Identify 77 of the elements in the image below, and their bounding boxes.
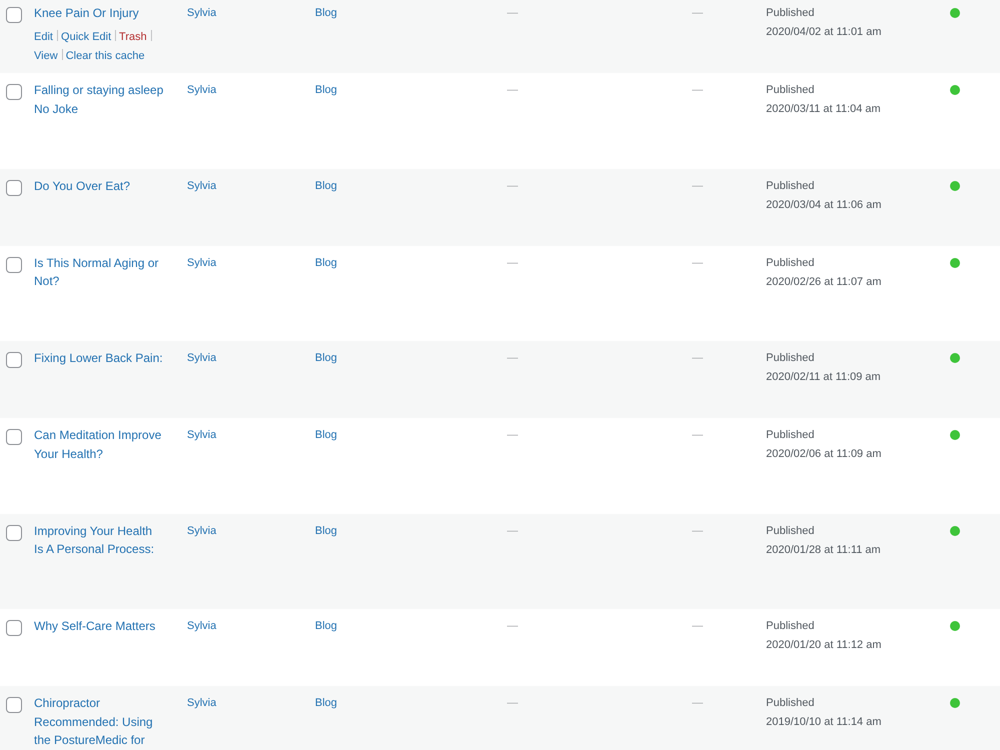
post-title-link[interactable]: Knee Pain Or Injury	[34, 4, 139, 22]
empty-value-dash: —	[692, 180, 703, 192]
empty-value-dash: —	[692, 697, 703, 709]
post-title-link[interactable]: Fixing Lower Back Pain:	[34, 349, 163, 368]
post-title-link[interactable]: Can Meditation Improve Your Health?	[34, 426, 164, 463]
date-text: 2020/03/11 at 11:04 am	[766, 103, 881, 115]
post-title-link[interactable]: Is This Normal Aging or Not?	[34, 254, 164, 290]
row-checkbox[interactable]	[6, 256, 22, 272]
category-link[interactable]: Blog	[315, 524, 338, 536]
date-text: 2020/04/02 at 11:01 am	[766, 26, 882, 38]
empty-value-dash: —	[507, 620, 518, 632]
category-link[interactable]: Blog	[315, 84, 338, 96]
date-text: 2020/02/11 at 11:09 am	[766, 371, 881, 383]
author-link[interactable]: Sylvia	[187, 352, 216, 364]
date-text: 2020/02/06 at 11:09 am	[766, 448, 882, 460]
empty-value-dash: —	[692, 7, 703, 19]
date-text: 2020/02/26 at 11:07 am	[766, 276, 882, 288]
empty-value-dash: —	[507, 352, 518, 364]
post-title-link[interactable]: Do You Over Eat?	[34, 176, 130, 195]
date-text: 2020/01/20 at 11:12 am	[766, 639, 882, 651]
row-action-link[interactable]: Edit	[34, 30, 53, 42]
post-title-link[interactable]: Why Self-Care Matters	[34, 617, 156, 636]
date-text: 2020/03/04 at 11:06 am	[766, 198, 882, 210]
author-link[interactable]: Sylvia	[187, 256, 216, 268]
status-text: Published	[766, 84, 814, 96]
author-link[interactable]: Sylvia	[187, 524, 216, 536]
category-link[interactable]: Blog	[315, 429, 338, 441]
status-text: Published	[766, 352, 814, 364]
category-link[interactable]: Blog	[315, 7, 338, 19]
status-text: Published	[766, 429, 814, 441]
category-link[interactable]: Blog	[315, 180, 338, 192]
empty-value-dash: —	[507, 697, 518, 709]
post-title-link[interactable]: Chiropractor Recommended: Using the PostureMedic for	[34, 694, 164, 750]
empty-value-dash: —	[507, 180, 518, 192]
status-text: Published	[766, 620, 814, 632]
status-text: Published	[766, 180, 814, 192]
row-action-link[interactable]: Clear this cache	[66, 50, 145, 62]
empty-value-dash: —	[507, 7, 518, 19]
row-checkbox[interactable]	[6, 524, 22, 540]
row-checkbox[interactable]	[6, 620, 22, 636]
post-title-link[interactable]: Falling or staying asleep No Joke	[34, 81, 164, 118]
author-link[interactable]: Sylvia	[187, 84, 216, 96]
empty-value-dash: —	[507, 84, 518, 96]
row-checkbox[interactable]	[6, 352, 22, 368]
author-link[interactable]: Sylvia	[187, 697, 216, 709]
status-text: Published	[766, 697, 814, 709]
row-checkbox[interactable]	[6, 7, 22, 23]
empty-value-dash: —	[507, 256, 518, 268]
empty-value-dash: —	[507, 429, 518, 441]
empty-value-dash: —	[692, 524, 703, 536]
category-link[interactable]: Blog	[315, 352, 338, 364]
status-text: Published	[766, 256, 814, 268]
row-checkbox[interactable]	[6, 429, 22, 445]
status-text: Published	[766, 524, 814, 536]
empty-value-dash: —	[692, 84, 703, 96]
empty-value-dash: —	[692, 429, 703, 441]
empty-value-dash: —	[692, 620, 703, 632]
status-text: Published	[766, 7, 814, 19]
category-link[interactable]: Blog	[315, 620, 338, 632]
date-text: 2019/10/10 at 11:14 am	[766, 716, 882, 728]
row-checkbox[interactable]	[6, 84, 22, 100]
post-title-link[interactable]: Improving Your Health Is A Personal Process:	[34, 522, 164, 558]
row-action-link[interactable]: View	[34, 50, 58, 62]
category-link[interactable]: Blog	[315, 256, 338, 268]
trash-link[interactable]: Trash	[119, 30, 147, 42]
author-link[interactable]: Sylvia	[187, 429, 216, 441]
category-link[interactable]: Blog	[315, 697, 338, 709]
author-link[interactable]: Sylvia	[187, 180, 216, 192]
row-action-link[interactable]: Quick Edit	[61, 30, 112, 42]
empty-value-dash: —	[692, 352, 703, 364]
row-checkbox[interactable]	[6, 180, 22, 196]
author-link[interactable]: Sylvia	[187, 620, 216, 632]
author-link[interactable]: Sylvia	[187, 7, 216, 19]
empty-value-dash: —	[692, 256, 703, 268]
empty-value-dash: —	[507, 524, 518, 536]
row-checkbox[interactable]	[6, 697, 22, 713]
date-text: 2020/01/28 at 11:11 am	[766, 544, 881, 556]
